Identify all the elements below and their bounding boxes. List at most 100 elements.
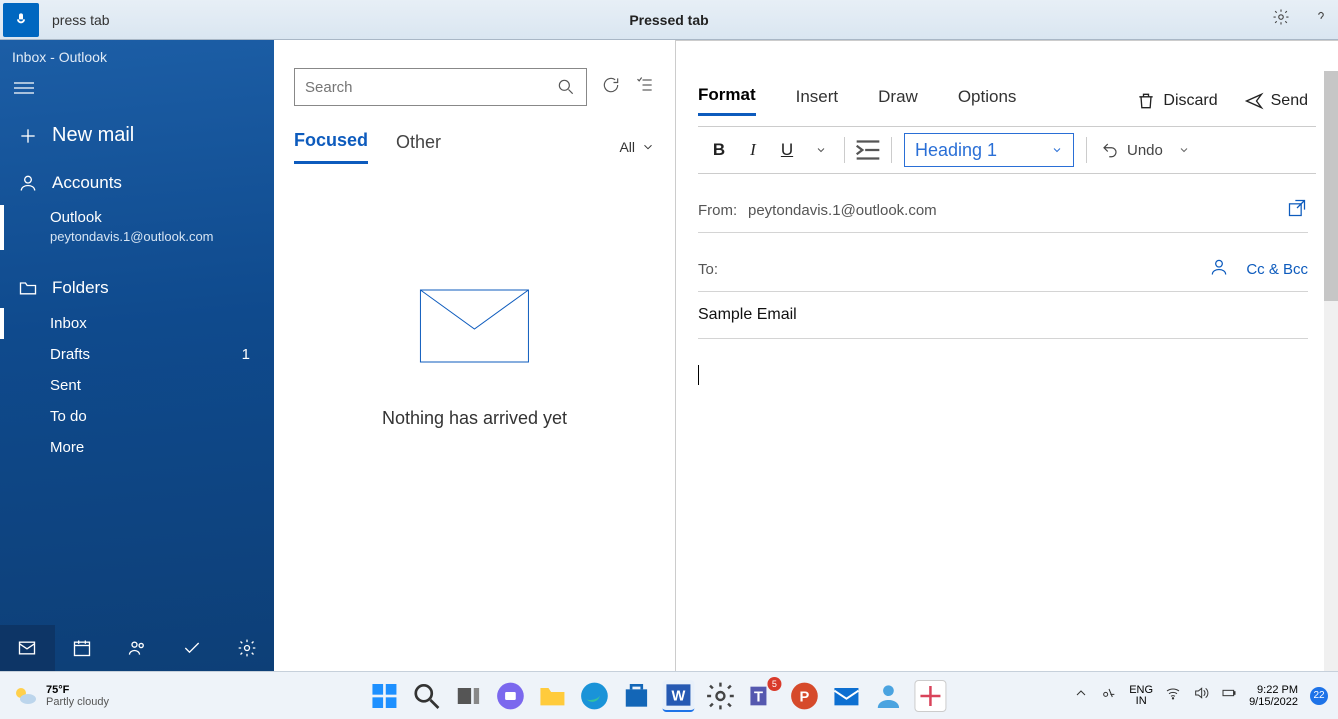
envelope-icon	[419, 289, 529, 363]
tray-ime[interactable]	[1101, 685, 1117, 706]
taskbar-edge[interactable]	[578, 680, 610, 712]
message-body[interactable]	[698, 365, 1308, 390]
undo-more-button[interactable]	[1167, 135, 1201, 165]
tray-language[interactable]: ENG IN	[1129, 685, 1153, 707]
taskbar-weather[interactable]: 75°F Partly cloudy	[12, 683, 109, 709]
compose-tab-insert[interactable]: Insert	[796, 87, 839, 115]
folder-inbox[interactable]: Inbox	[0, 308, 274, 339]
taskbar-chat[interactable]	[494, 680, 526, 712]
compose-tab-format[interactable]: Format	[698, 85, 756, 116]
new-mail-label: New mail	[52, 124, 134, 147]
voice-mic-button[interactable]	[3, 3, 39, 37]
folder-count: 1	[242, 346, 250, 363]
tray-overflow[interactable]	[1073, 685, 1089, 706]
taskbar-settings[interactable]	[704, 680, 736, 712]
chevron-down-icon	[1051, 144, 1063, 156]
folders-header[interactable]: Folders	[0, 268, 274, 308]
contacts-button[interactable]	[1208, 257, 1230, 281]
compose-tab-options[interactable]: Options	[958, 87, 1017, 115]
select-mode-button[interactable]	[635, 75, 655, 100]
compose-pane: Format Insert Draw Options Discard Send …	[676, 40, 1338, 671]
refresh-icon	[601, 75, 621, 95]
folder-todo[interactable]: To do	[0, 401, 274, 432]
to-field[interactable]: To: Cc & Bcc	[698, 251, 1308, 292]
svg-text:W: W	[672, 688, 686, 704]
taskbar-teams[interactable]: T5	[746, 680, 778, 712]
taskbar-powerpoint[interactable]: P	[788, 680, 820, 712]
folder-label: Drafts	[50, 346, 90, 363]
empty-text: Nothing has arrived yet	[382, 408, 567, 429]
chevron-down-icon	[1178, 144, 1190, 156]
search-box[interactable]	[294, 68, 587, 106]
voice-settings-button[interactable]	[1272, 8, 1290, 31]
indent-button[interactable]	[851, 135, 885, 165]
send-button[interactable]: Send	[1244, 91, 1308, 111]
account-email: peytondavis.1@outlook.com	[50, 229, 264, 244]
discard-button[interactable]: Discard	[1136, 91, 1217, 111]
folder-label: To do	[50, 408, 87, 425]
nav-toggle-button[interactable]	[0, 73, 274, 110]
undo-button[interactable]: Undo	[1101, 141, 1163, 159]
refresh-button[interactable]	[601, 75, 621, 100]
text-caret	[698, 365, 699, 385]
taskbar-word[interactable]: W	[662, 680, 694, 712]
lang-2: IN	[1129, 696, 1153, 707]
taskview-icon	[452, 680, 484, 712]
from-field: From: peytondavis.1@outlook.com	[698, 192, 1308, 233]
clock-date: 9/15/2022	[1249, 696, 1298, 708]
taskbar-start[interactable]	[368, 680, 400, 712]
calendar-icon	[72, 638, 92, 658]
mail-icon	[830, 680, 862, 712]
search-icon	[410, 680, 442, 712]
tray-clock[interactable]: 9:22 PM 9/15/2022	[1249, 684, 1298, 708]
taskbar-people[interactable]	[872, 680, 904, 712]
tray-battery[interactable]	[1221, 685, 1237, 706]
font-more-button[interactable]	[804, 135, 838, 165]
rail-calendar[interactable]	[55, 625, 110, 671]
svg-text:T: T	[754, 689, 763, 705]
subject-field[interactable]: Sample Email	[698, 306, 1308, 339]
search-input[interactable]	[305, 79, 556, 96]
rail-settings[interactable]	[219, 625, 274, 671]
tray-notifications[interactable]: 22	[1310, 687, 1328, 705]
scroll-thumb[interactable]	[1324, 71, 1338, 301]
popout-button[interactable]	[1286, 198, 1308, 222]
folders-label: Folders	[52, 278, 109, 298]
compose-tab-draw[interactable]: Draw	[878, 87, 918, 115]
accounts-header[interactable]: Accounts	[0, 163, 274, 203]
tab-other[interactable]: Other	[396, 132, 441, 163]
person-icon	[1208, 257, 1230, 277]
chevron-down-icon	[815, 144, 827, 156]
voice-help-button[interactable]	[1312, 8, 1330, 31]
trash-icon	[1136, 91, 1156, 111]
rail-todo[interactable]	[164, 625, 219, 671]
taskbar-explorer[interactable]	[536, 680, 568, 712]
tab-focused[interactable]: Focused	[294, 130, 368, 164]
folder-more[interactable]: More	[0, 432, 274, 463]
microphone-icon	[13, 12, 29, 28]
scrollbar[interactable]	[1324, 71, 1338, 671]
heading-dropdown[interactable]: Heading 1	[904, 133, 1074, 167]
tray-wifi[interactable]	[1165, 685, 1181, 706]
voice-input-text[interactable]: press tab	[52, 12, 110, 28]
folder-drafts[interactable]: Drafts 1	[0, 339, 274, 370]
new-mail-button[interactable]: New mail	[0, 110, 274, 163]
rail-mail[interactable]	[0, 625, 55, 671]
taskbar-mail[interactable]	[830, 680, 862, 712]
taskbar-taskview[interactable]	[452, 680, 484, 712]
rail-people[interactable]	[110, 625, 165, 671]
italic-button[interactable]: I	[736, 135, 770, 165]
tray-volume[interactable]	[1193, 685, 1209, 706]
folder-sent[interactable]: Sent	[0, 370, 274, 401]
bold-button[interactable]: B	[702, 135, 736, 165]
sidebar: Inbox - Outlook New mail Accounts Outloo…	[0, 40, 274, 671]
taskbar-snip[interactable]	[914, 680, 946, 712]
taskbar-store[interactable]	[620, 680, 652, 712]
cc-bcc-button[interactable]: Cc & Bcc	[1246, 261, 1308, 278]
filter-dropdown[interactable]: All	[619, 139, 655, 155]
account-item[interactable]: Outlook peytondavis.1@outlook.com	[0, 203, 274, 256]
chevron-down-icon	[641, 140, 655, 154]
underline-button[interactable]: U	[770, 135, 804, 165]
folder-icon	[536, 680, 568, 712]
taskbar-search[interactable]	[410, 680, 442, 712]
